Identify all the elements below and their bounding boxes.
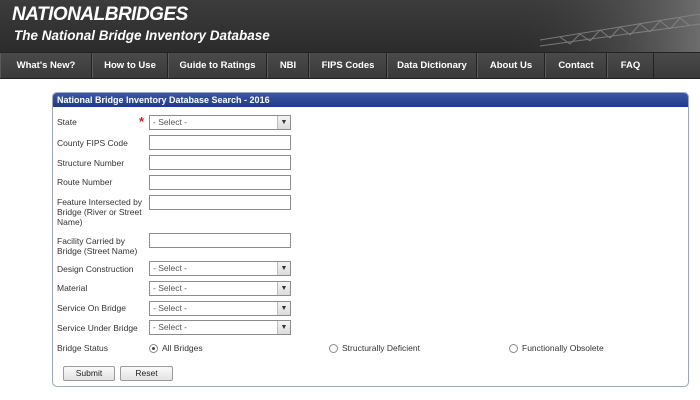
chevron-down-icon[interactable]: ▼ bbox=[277, 282, 290, 295]
nav-fips-codes[interactable]: FIPS Codes bbox=[309, 53, 387, 78]
service-under-select-value: - Select - bbox=[153, 322, 188, 332]
nav-faq[interactable]: FAQ bbox=[607, 53, 654, 78]
status-functionally-obsolete-radio[interactable]: Functionally Obsolete bbox=[509, 343, 604, 353]
radio-unchecked-icon[interactable] bbox=[509, 343, 518, 353]
status-option-label: Functionally Obsolete bbox=[522, 343, 604, 353]
radio-unchecked-icon[interactable] bbox=[329, 343, 338, 353]
site-subtitle: The National Bridge Inventory Database bbox=[14, 28, 270, 43]
nav-data-dictionary[interactable]: Data Dictionary bbox=[387, 53, 477, 78]
chevron-down-icon[interactable]: ▼ bbox=[277, 302, 290, 315]
feature-label: Feature Intersected by Bridge (River or … bbox=[57, 197, 143, 227]
required-asterisk: * bbox=[139, 114, 145, 129]
service-on-select-value: - Select - bbox=[153, 303, 188, 313]
state-select[interactable]: - Select - ▼ bbox=[149, 115, 291, 130]
service-on-label: Service On Bridge bbox=[57, 303, 126, 313]
status-option-label: Structurally Deficient bbox=[342, 343, 420, 353]
chevron-down-icon[interactable]: ▼ bbox=[277, 321, 290, 334]
design-select-value: - Select - bbox=[153, 263, 188, 273]
nav-guide-to-ratings[interactable]: Guide to Ratings bbox=[168, 53, 267, 78]
nav-nbi[interactable]: NBI bbox=[267, 53, 309, 78]
status-structurally-deficient-radio[interactable]: Structurally Deficient bbox=[329, 343, 420, 353]
service-under-select[interactable]: - Select - ▼ bbox=[149, 320, 291, 335]
service-on-select[interactable]: - Select - ▼ bbox=[149, 301, 291, 316]
main-nav: What's New? How to Use Guide to Ratings … bbox=[0, 52, 700, 79]
structure-number-input[interactable] bbox=[149, 155, 291, 170]
state-select-value: - Select - bbox=[153, 117, 188, 127]
site-logo[interactable]: NATIONALBRIDGES bbox=[12, 4, 188, 26]
county-fips-input[interactable] bbox=[149, 135, 291, 150]
facility-label: Facility Carried by Bridge (Street Name) bbox=[57, 236, 138, 256]
design-label: Design Construction bbox=[57, 264, 134, 274]
nav-how-to-use[interactable]: How to Use bbox=[92, 53, 168, 78]
radio-checked-icon[interactable] bbox=[149, 343, 158, 353]
structure-label: Structure Number bbox=[57, 158, 125, 168]
submit-button[interactable]: Submit bbox=[63, 366, 115, 381]
material-select[interactable]: - Select - ▼ bbox=[149, 281, 291, 296]
route-label: Route Number bbox=[57, 177, 113, 187]
reset-button[interactable]: Reset bbox=[120, 366, 173, 381]
status-label: Bridge Status bbox=[57, 343, 109, 353]
status-option-label: All Bridges bbox=[162, 343, 203, 353]
chevron-down-icon[interactable]: ▼ bbox=[277, 116, 290, 129]
bridge-status-radio-group: All Bridges Structurally Deficient Funct… bbox=[149, 343, 689, 355]
route-number-input[interactable] bbox=[149, 175, 291, 190]
nav-about-us[interactable]: About Us bbox=[477, 53, 545, 78]
state-label: State bbox=[57, 117, 77, 127]
facility-carried-input[interactable] bbox=[149, 233, 291, 248]
site-header: NATIONALBRIDGES The National Bridge Inve… bbox=[0, 0, 700, 52]
search-panel-title: National Bridge Inventory Database Searc… bbox=[53, 93, 688, 107]
bridge-banner-image bbox=[500, 0, 700, 52]
feature-intersected-input[interactable] bbox=[149, 195, 291, 210]
material-select-value: - Select - bbox=[153, 283, 188, 293]
design-construction-select[interactable]: - Select - ▼ bbox=[149, 261, 291, 276]
material-label: Material bbox=[57, 283, 88, 293]
service-under-label: Service Under Bridge bbox=[57, 323, 138, 333]
nav-whats-new[interactable]: What's New? bbox=[0, 53, 92, 78]
nav-contact[interactable]: Contact bbox=[545, 53, 607, 78]
status-all-bridges-radio[interactable]: All Bridges bbox=[149, 343, 203, 353]
search-panel: National Bridge Inventory Database Searc… bbox=[52, 92, 689, 387]
county-label: County FIPS Code bbox=[57, 138, 128, 148]
chevron-down-icon[interactable]: ▼ bbox=[277, 262, 290, 275]
